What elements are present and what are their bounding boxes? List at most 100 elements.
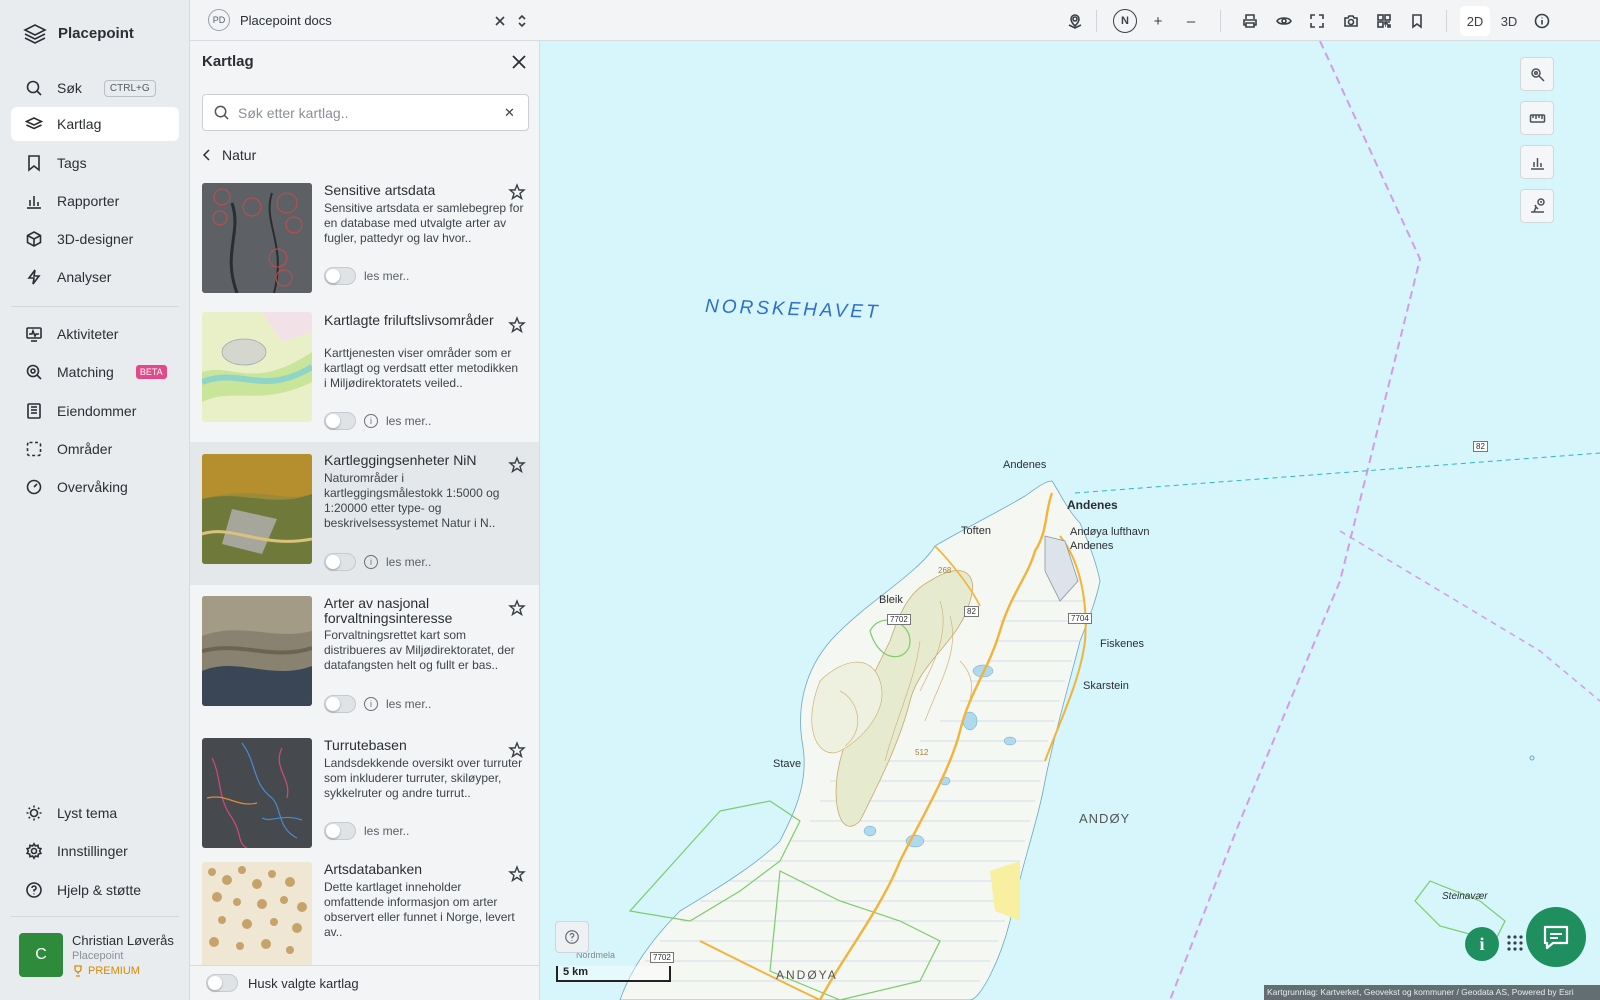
monitor-activity-icon bbox=[25, 325, 43, 343]
layer-toggle[interactable] bbox=[324, 267, 356, 285]
user-profile[interactable]: C Christian Løverås Placepoint PREMIUM bbox=[19, 933, 174, 977]
sidebar-item-help[interactable]: Hjelp & støtte bbox=[11, 873, 179, 907]
toolbar-divider bbox=[1446, 10, 1447, 32]
sidebar-item-3d-designer[interactable]: 3D-designer bbox=[11, 222, 179, 256]
workspace-selector[interactable]: PD Placepoint docs bbox=[208, 9, 332, 31]
search-icon bbox=[25, 79, 43, 97]
map-info-button[interactable]: i bbox=[1465, 927, 1499, 961]
qr-code-button[interactable] bbox=[1371, 8, 1397, 34]
info-icon[interactable]: i bbox=[364, 414, 378, 428]
info-button[interactable] bbox=[1529, 8, 1555, 34]
mode-3d-button[interactable]: 3D bbox=[1494, 6, 1524, 36]
favorite-star-icon[interactable] bbox=[508, 183, 526, 201]
place-label: Andenes bbox=[1067, 498, 1118, 512]
read-more-link[interactable]: les mer.. bbox=[386, 555, 431, 569]
map-help-button[interactable] bbox=[555, 921, 589, 953]
bookmark-button[interactable] bbox=[1404, 8, 1430, 34]
layer-toggle[interactable] bbox=[324, 553, 356, 571]
zoom-out-button[interactable]: – bbox=[1178, 8, 1204, 34]
place-label: Bleik bbox=[879, 594, 903, 606]
user-name: Christian Løverås bbox=[72, 933, 174, 948]
toolbar-divider bbox=[1096, 10, 1097, 32]
sidebar-item-search[interactable]: Søk CTRL+G bbox=[11, 71, 179, 105]
fullscreen-button[interactable] bbox=[1304, 8, 1330, 34]
mode-2d-button[interactable]: 2D bbox=[1460, 6, 1490, 36]
layer-panel: Kartlag ✕ Natur Sensitive artsdata Sensi… bbox=[190, 41, 540, 1000]
divider bbox=[11, 916, 179, 917]
sidebar-item-light-theme[interactable]: Lyst tema bbox=[11, 796, 179, 830]
sidebar-item-label: Analyser bbox=[57, 269, 112, 285]
read-more-link[interactable]: les mer.. bbox=[386, 414, 431, 428]
eye-icon bbox=[1276, 17, 1292, 25]
layer-title: Sensitive artsdata bbox=[324, 182, 436, 198]
building-icon bbox=[25, 402, 43, 420]
road-number: 7702 bbox=[650, 952, 674, 963]
map-tool-locate[interactable] bbox=[1520, 57, 1554, 91]
remember-layers-row: Husk valgte kartlag bbox=[190, 965, 539, 1000]
print-button[interactable] bbox=[1237, 8, 1263, 34]
layer-search-field[interactable]: ✕ bbox=[202, 94, 529, 131]
favorite-star-icon[interactable] bbox=[508, 599, 526, 617]
chevron-left-icon bbox=[202, 149, 210, 161]
close-panel-icon[interactable] bbox=[508, 51, 530, 73]
layer-thumbnail bbox=[202, 738, 312, 848]
layer-toggle[interactable] bbox=[324, 412, 356, 430]
screenshot-button[interactable] bbox=[1338, 8, 1364, 34]
workspace-switch-button[interactable] bbox=[509, 8, 535, 34]
location-button[interactable] bbox=[1062, 8, 1088, 34]
visibility-button[interactable] bbox=[1271, 8, 1297, 34]
sidebar-item-properties[interactable]: Eiendommer bbox=[11, 394, 179, 428]
layer-title: Artsdatabanken bbox=[324, 861, 423, 877]
brand[interactable]: Placepoint bbox=[22, 20, 134, 46]
info-icon[interactable]: i bbox=[364, 555, 378, 569]
sidebar-item-analyses[interactable]: Analyser bbox=[11, 260, 179, 294]
road-number: 82 bbox=[1473, 441, 1488, 452]
zoom-in-button[interactable]: + bbox=[1145, 8, 1171, 34]
bolt-icon bbox=[25, 268, 43, 286]
place-label: Andenes bbox=[1003, 459, 1047, 471]
sidebar-item-reports[interactable]: Rapporter bbox=[11, 184, 179, 218]
map-tool-statistics[interactable] bbox=[1520, 145, 1554, 179]
favorite-star-icon[interactable] bbox=[508, 316, 526, 334]
sidebar-item-label: Matching bbox=[57, 364, 114, 380]
sidebar-item-tags[interactable]: Tags bbox=[11, 146, 179, 180]
sidebar-item-monitoring[interactable]: Overvåking bbox=[11, 470, 179, 504]
chat-support-button[interactable] bbox=[1526, 907, 1586, 967]
sidebar-item-settings[interactable]: Innstillinger bbox=[11, 834, 179, 868]
sidebar-item-areas[interactable]: Områder bbox=[11, 432, 179, 466]
read-more-link[interactable]: les mer.. bbox=[364, 269, 409, 283]
remember-layers-toggle[interactable] bbox=[206, 974, 238, 992]
map-canvas[interactable]: NORSKEHAVET Andenes Andenes Andøya lufth… bbox=[540, 41, 1600, 1000]
map-pin-area-icon bbox=[1068, 14, 1082, 29]
layer-toggle[interactable] bbox=[324, 822, 356, 840]
printer-icon bbox=[1243, 14, 1257, 28]
layer-controls: les mer.. bbox=[324, 822, 409, 840]
layer-item: Kartlagte friluftslivsområder Karttjenes… bbox=[190, 307, 539, 442]
island-label: ANDØYA bbox=[776, 968, 838, 982]
clear-search-icon[interactable]: ✕ bbox=[504, 105, 515, 121]
layer-item: Turrutebasen Landsdekkende oversikt over… bbox=[190, 729, 539, 859]
compass-button[interactable]: N bbox=[1112, 8, 1138, 34]
sidebar-item-matching[interactable]: Matching BETA bbox=[11, 355, 179, 389]
shortcut-badge: CTRL+G bbox=[103, 79, 156, 97]
layer-description: Karttjenesten viser områder som er kartl… bbox=[324, 346, 519, 390]
placepoint-logo-icon bbox=[23, 24, 47, 44]
sidebar-item-label: Kartlag bbox=[57, 116, 102, 132]
read-more-link[interactable]: les mer.. bbox=[364, 824, 409, 838]
info-icon[interactable]: i bbox=[364, 697, 378, 711]
category-back-button[interactable]: Natur bbox=[202, 147, 256, 163]
place-label: Skarstein bbox=[1083, 680, 1129, 692]
map-tool-travel-time[interactable] bbox=[1520, 189, 1554, 223]
read-more-link[interactable]: les mer.. bbox=[386, 697, 431, 711]
close-icon bbox=[495, 16, 505, 26]
sidebar-item-activities[interactable]: Aktiviteter bbox=[11, 317, 179, 351]
sidebar-item-label: Søk bbox=[57, 80, 82, 96]
user-organization: Placepoint bbox=[72, 950, 124, 962]
sidebar-item-layers[interactable]: Kartlag bbox=[11, 107, 179, 141]
layer-search-input[interactable] bbox=[238, 104, 488, 121]
layer-toggle[interactable] bbox=[324, 695, 356, 713]
app-grid-icon[interactable] bbox=[1505, 933, 1525, 953]
fullscreen-icon bbox=[1310, 14, 1324, 28]
avatar: C bbox=[19, 933, 63, 977]
map-tool-measure[interactable] bbox=[1520, 101, 1554, 135]
